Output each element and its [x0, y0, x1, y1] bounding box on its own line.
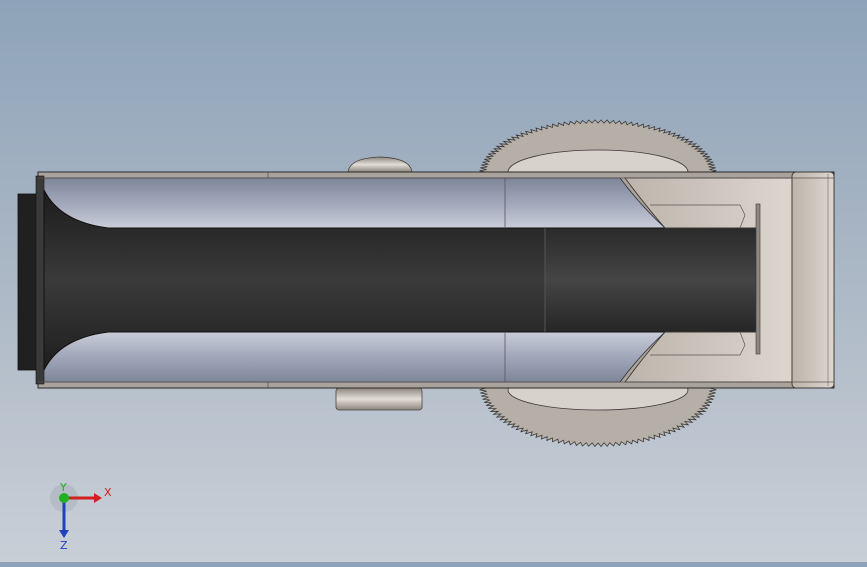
y-axis-label: Y: [59, 481, 67, 494]
lower-channel: [43, 331, 667, 383]
cad-viewport[interactable]: X Y Z: [0, 0, 867, 562]
z-axis-label: Z: [60, 539, 68, 550]
top-bolt-head: [347, 156, 413, 173]
upper-channel: [43, 177, 667, 229]
bottom-bolt-head: [335, 387, 423, 411]
z-axis-arrowhead: [59, 530, 69, 538]
y-axis-marker: [59, 493, 69, 503]
model-view[interactable]: [0, 0, 867, 562]
coordinate-triad: X Y Z: [48, 480, 118, 552]
x-axis-arrowhead: [94, 493, 102, 503]
x-axis-label: X: [104, 486, 112, 499]
